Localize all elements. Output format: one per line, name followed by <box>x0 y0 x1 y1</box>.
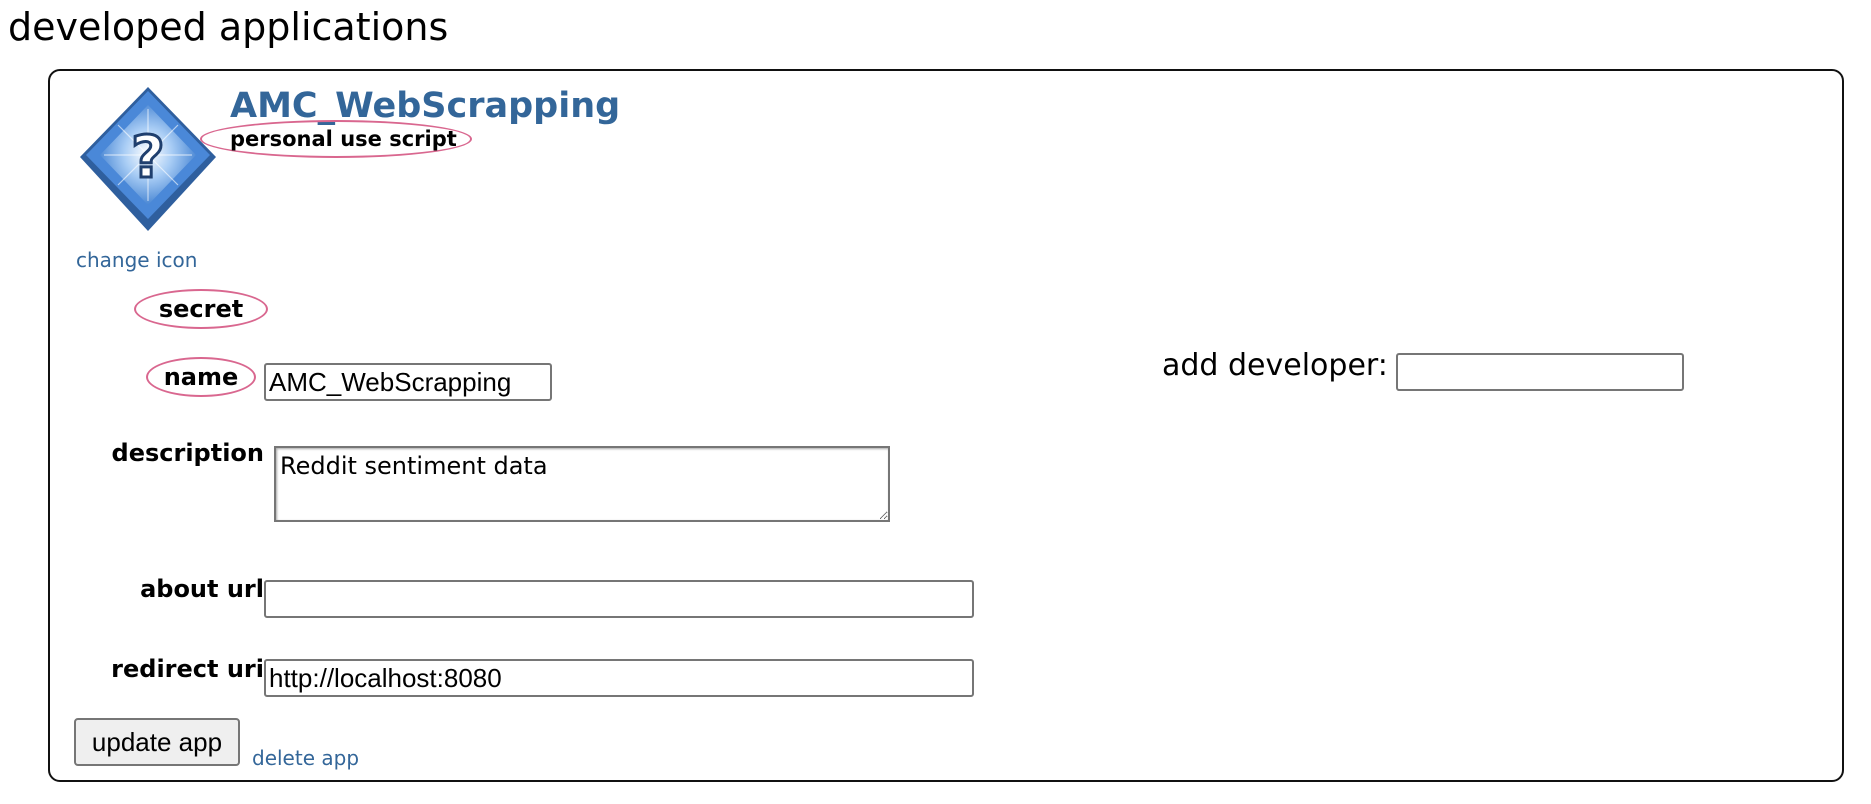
about-url-label: about url <box>140 575 264 603</box>
secret-label: secret <box>134 289 268 329</box>
name-input[interactable] <box>264 363 552 401</box>
update-app-button[interactable]: update app <box>74 718 240 766</box>
delete-app-link[interactable]: delete app <box>252 746 359 770</box>
redirect-uri-label: redirect uri <box>111 655 264 683</box>
question-mark-diamond-icon: ? <box>80 87 216 231</box>
description-textarea[interactable]: Reddit sentiment data <box>274 446 890 522</box>
add-developer-input[interactable] <box>1396 353 1684 391</box>
page-title: developed applications <box>8 5 449 49</box>
app-type-label: personal use script <box>200 120 472 158</box>
svg-text:?: ? <box>131 123 165 191</box>
add-developer-label: add developer: <box>1162 348 1388 383</box>
description-label: description <box>111 439 264 467</box>
app-card: ? change icon AMC_WebScrapping personal … <box>48 69 1844 782</box>
name-label: name <box>146 357 256 397</box>
about-url-input[interactable] <box>264 580 974 618</box>
redirect-uri-input[interactable] <box>264 659 974 697</box>
change-icon-link[interactable]: change icon <box>76 248 197 272</box>
